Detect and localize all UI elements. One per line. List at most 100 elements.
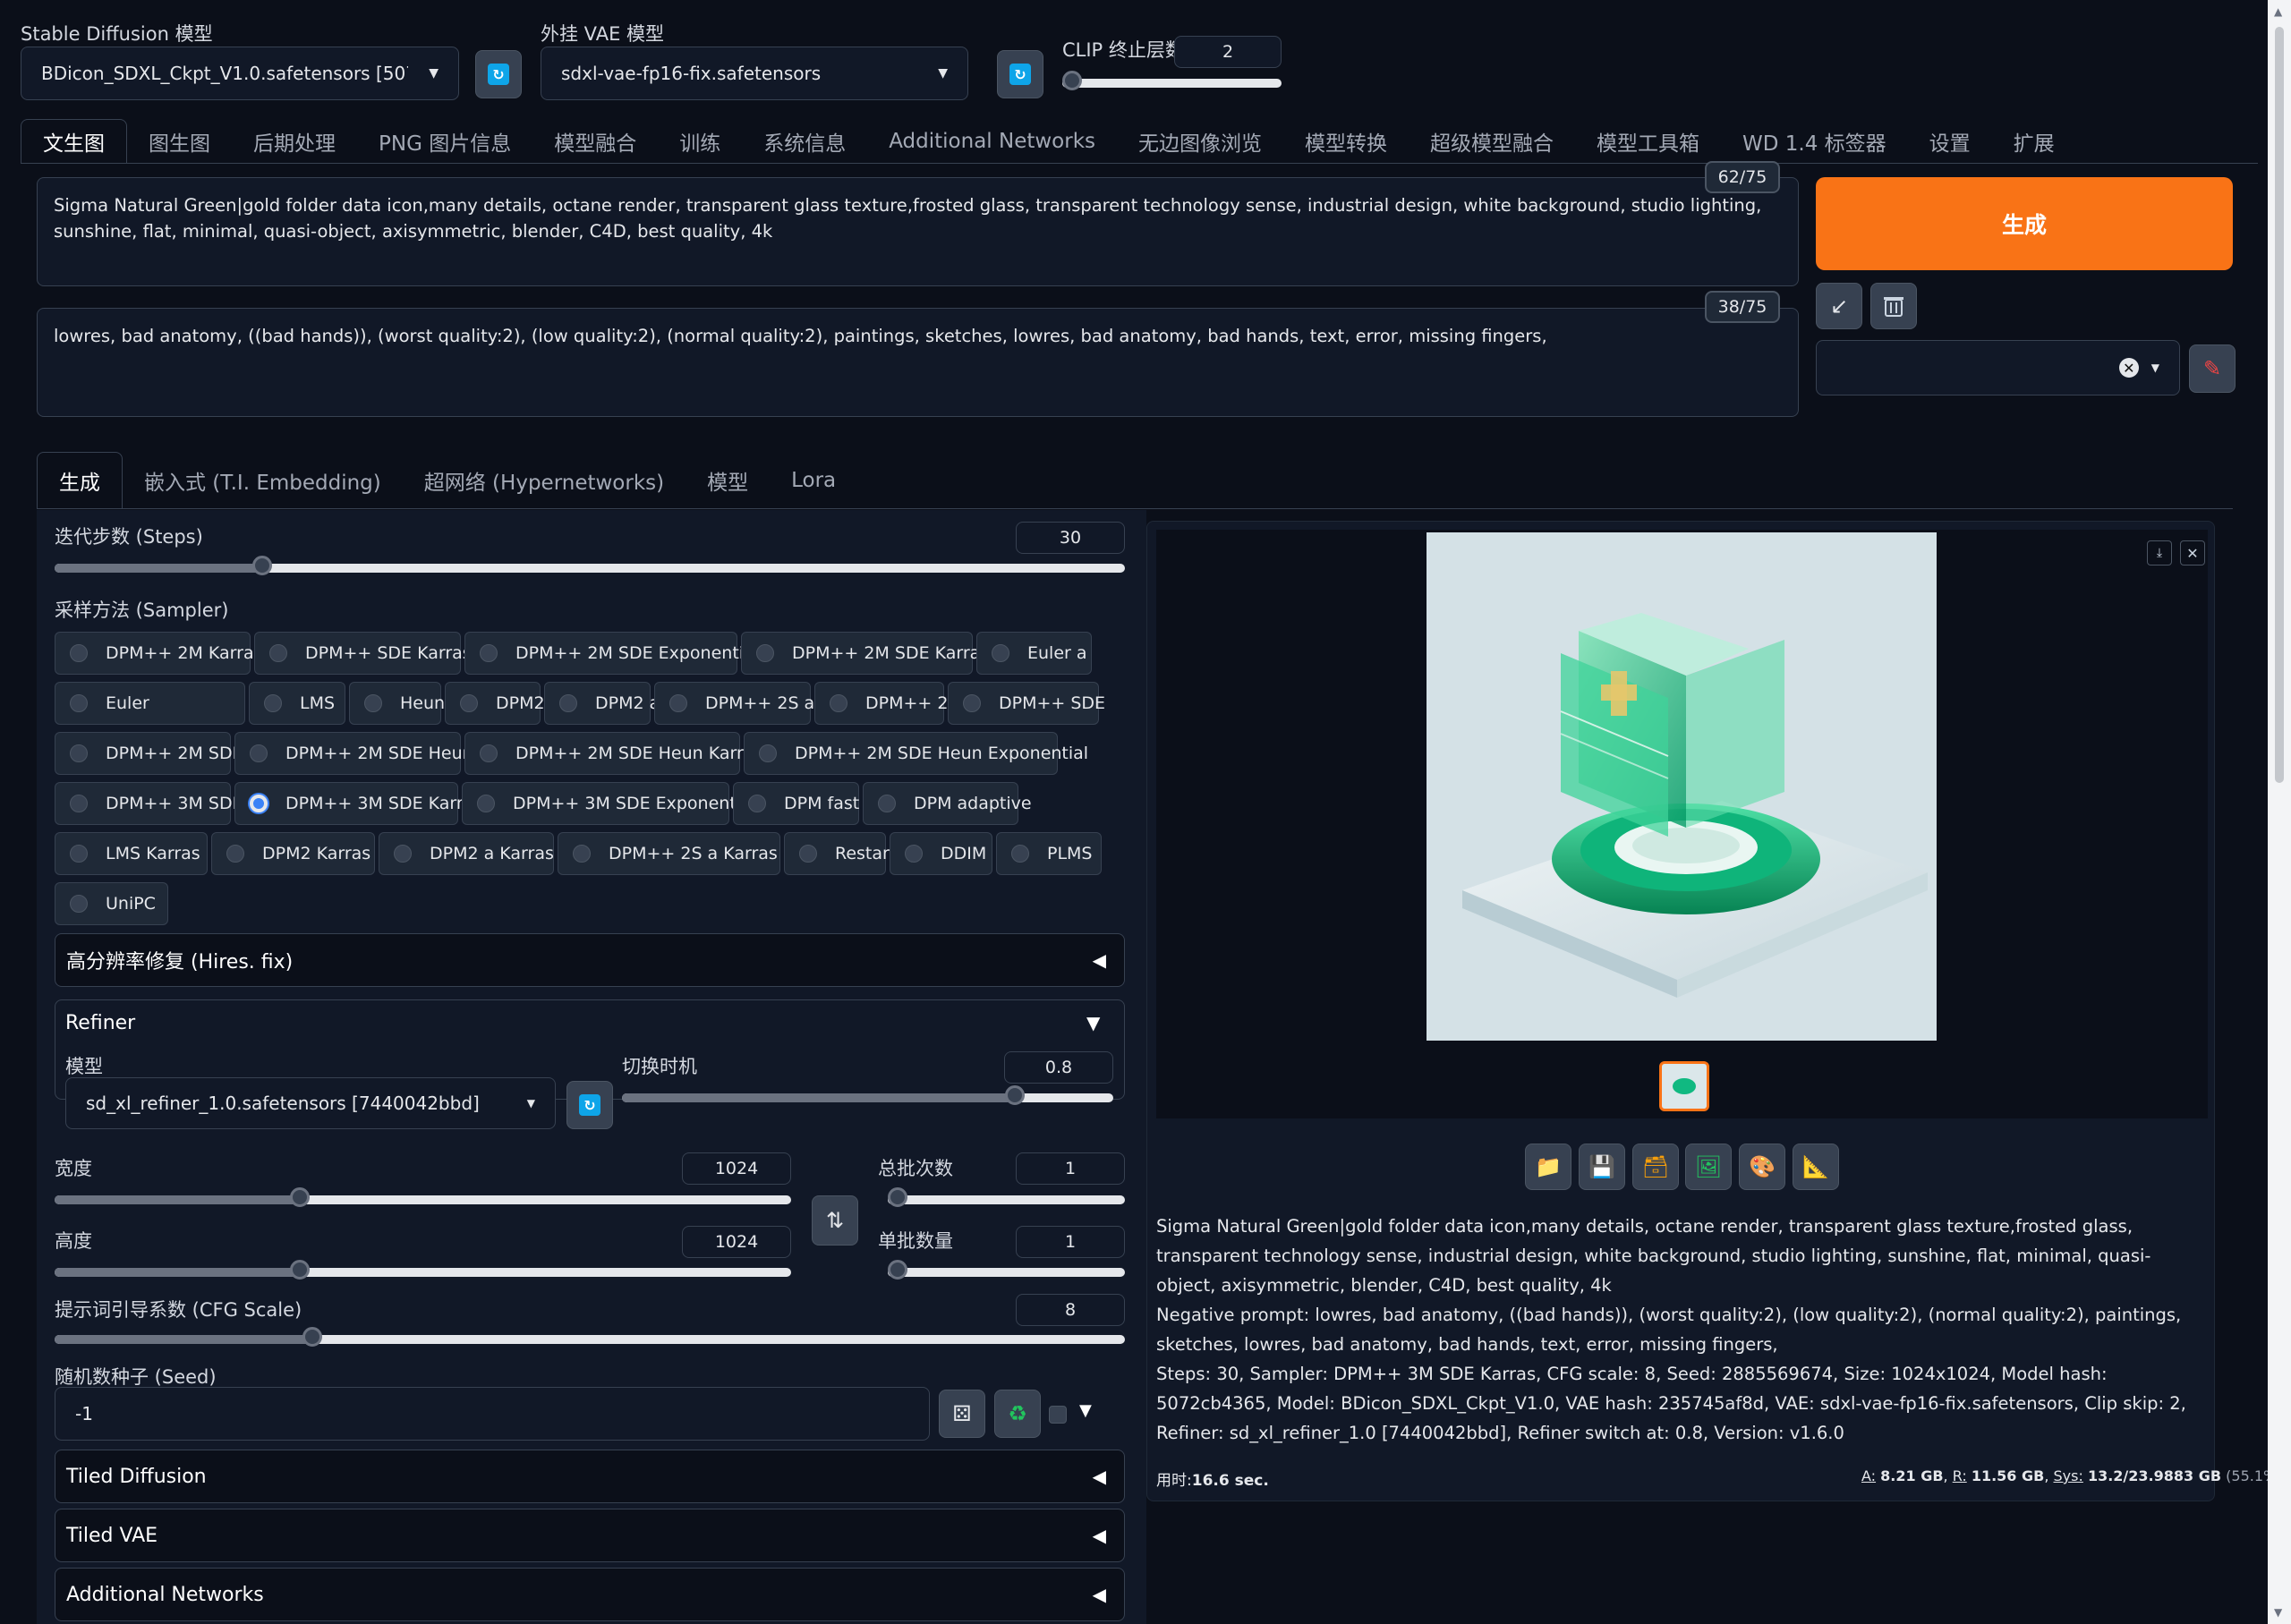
- sampler-option[interactable]: PLMS: [996, 832, 1102, 875]
- expand-triangle-icon[interactable]: ▼: [1086, 1012, 1100, 1033]
- sampler-option[interactable]: DPM++ 3M SDE Exponential: [462, 782, 756, 825]
- sampler-option[interactable]: Euler a: [976, 632, 1092, 675]
- tiled-diffusion-accordion[interactable]: Tiled Diffusion ◀: [55, 1450, 1125, 1503]
- scrollbar-thumb[interactable]: [2275, 27, 2284, 783]
- clear-prompt-button[interactable]: [1870, 283, 1917, 329]
- refresh-vae-button[interactable]: ↻: [997, 50, 1043, 98]
- radio-button[interactable]: [70, 845, 88, 863]
- extra-seed-triangle-icon[interactable]: ▼: [1079, 1401, 1092, 1420]
- steps-slider[interactable]: [55, 556, 1125, 575]
- seed-input[interactable]: -1: [55, 1387, 930, 1441]
- radio-button[interactable]: [70, 744, 88, 762]
- radio-button[interactable]: [1011, 845, 1029, 863]
- width-input[interactable]: 1024: [682, 1152, 791, 1185]
- batch-size-input[interactable]: 1: [1016, 1226, 1125, 1258]
- radio-button[interactable]: [905, 845, 923, 863]
- sampler-option[interactable]: DPM++ SDE Karras: [254, 632, 472, 675]
- swap-dimensions-button[interactable]: ⇅: [812, 1195, 858, 1246]
- sampler-option[interactable]: DPM++ 3M SDE: [55, 782, 243, 825]
- send-to-inpaint-button[interactable]: 🎨: [1739, 1144, 1785, 1190]
- radio-button[interactable]: [748, 795, 766, 812]
- clip-skip-slider-knob[interactable]: [1062, 71, 1082, 90]
- negative-prompt-textarea[interactable]: lowres, bad anatomy, ((bad hands)), (wor…: [37, 308, 1799, 417]
- sampler-option[interactable]: DPM++ 2M Karras: [55, 632, 262, 675]
- sampler-option[interactable]: DPM++ 2S a: [654, 682, 814, 725]
- main-tab[interactable]: 设置: [1908, 120, 1992, 163]
- sampler-option[interactable]: DPM adaptive: [863, 782, 1032, 825]
- sampler-option[interactable]: DPM++ 2M SDE Karras: [741, 632, 989, 675]
- main-tab[interactable]: Additional Networks: [867, 120, 1117, 163]
- radio-button[interactable]: [799, 845, 817, 863]
- sampler-option[interactable]: DPM++ SDE: [948, 682, 1105, 725]
- generated-image[interactable]: [1427, 532, 1937, 1041]
- radio-button[interactable]: [669, 694, 687, 712]
- radio-button[interactable]: [573, 845, 591, 863]
- sampler-option[interactable]: DPM++ 2M SDE Exponential: [464, 632, 759, 675]
- width-slider[interactable]: [55, 1187, 791, 1207]
- refiner-model-select[interactable]: sd_xl_refiner_1.0.safetensors [7440042bb…: [65, 1077, 556, 1129]
- height-slider-knob[interactable]: [290, 1260, 311, 1280]
- model-select[interactable]: BDicon_SDXL_Ckpt_V1.0.safetensors [5072c…: [21, 47, 459, 100]
- vae-select[interactable]: sdxl-vae-fp16-fix.safetensors ▼: [541, 47, 968, 100]
- sampler-option[interactable]: DPM++ 2M SDE Heun Exponential: [744, 732, 1088, 775]
- extra-seed-checkbox[interactable]: [1049, 1406, 1067, 1424]
- scroll-up-icon[interactable]: ▲: [2274, 5, 2282, 18]
- refresh-refiner-button[interactable]: ↻: [566, 1081, 613, 1129]
- additional-networks-accordion[interactable]: Additional Networks ◀: [55, 1568, 1125, 1621]
- batch-count-slider-knob[interactable]: [888, 1187, 907, 1207]
- radio-button[interactable]: [477, 795, 495, 812]
- page-scrollbar[interactable]: ▲ ▼: [2268, 0, 2291, 1624]
- steps-input[interactable]: 30: [1016, 522, 1125, 554]
- sampler-option[interactable]: LMS Karras: [55, 832, 208, 875]
- radio-button[interactable]: [830, 694, 847, 712]
- clip-skip-input[interactable]: 2: [1174, 36, 1282, 68]
- sub-tab[interactable]: Lora: [770, 453, 857, 508]
- generate-button[interactable]: 生成: [1816, 177, 2233, 270]
- send-to-img2img-button[interactable]: 🖼: [1685, 1144, 1732, 1190]
- batch-count-slider[interactable]: [888, 1187, 1125, 1207]
- steps-slider-knob[interactable]: [252, 556, 273, 575]
- main-tab[interactable]: WD 1.4 标签器: [1721, 120, 1908, 163]
- refiner-switch-slider[interactable]: [622, 1085, 1113, 1105]
- sampler-option[interactable]: Euler: [55, 682, 245, 725]
- radio-button[interactable]: [364, 694, 382, 712]
- radio-button[interactable]: [759, 744, 777, 762]
- main-tab[interactable]: PNG 图片信息: [357, 120, 532, 163]
- sampler-option[interactable]: Restart: [784, 832, 896, 875]
- main-tab[interactable]: 超级模型融合: [1409, 120, 1575, 163]
- main-tab[interactable]: 后期处理: [232, 120, 357, 163]
- close-icon[interactable]: ✕: [2180, 540, 2205, 565]
- main-tab[interactable]: 文生图: [21, 119, 127, 163]
- refiner-switch-input[interactable]: 0.8: [1004, 1051, 1113, 1084]
- positive-prompt-textarea[interactable]: Sigma Natural Green|gold folder data ico…: [37, 177, 1799, 286]
- tiled-vae-accordion[interactable]: Tiled VAE ◀: [55, 1509, 1125, 1562]
- main-tab[interactable]: 模型转换: [1283, 120, 1409, 163]
- cfg-slider[interactable]: [55, 1327, 1125, 1347]
- sampler-option[interactable]: Heun: [349, 682, 445, 725]
- save-button[interactable]: 💾: [1579, 1144, 1625, 1190]
- styles-select[interactable]: ✕ ▼: [1816, 340, 2180, 395]
- main-tab[interactable]: 训练: [658, 120, 742, 163]
- sampler-option[interactable]: LMS: [249, 682, 345, 725]
- main-tab[interactable]: 扩展: [1992, 120, 2076, 163]
- scroll-down-icon[interactable]: ▼: [2274, 1606, 2282, 1619]
- batch-size-slider-knob[interactable]: [888, 1260, 907, 1280]
- sampler-option[interactable]: UniPC: [55, 882, 168, 925]
- radio-button[interactable]: [226, 845, 244, 863]
- main-tab[interactable]: 模型融合: [532, 120, 658, 163]
- sub-tab[interactable]: 生成: [37, 452, 123, 508]
- main-tab[interactable]: 图生图: [127, 120, 232, 163]
- sampler-option[interactable]: DPM++ 3M SDE Karras: [234, 782, 482, 825]
- clear-icon[interactable]: ✕: [2118, 358, 2139, 378]
- edit-styles-button[interactable]: ✎: [2189, 344, 2236, 393]
- radio-button[interactable]: [264, 694, 282, 712]
- gallery-thumbnail[interactable]: [1659, 1061, 1709, 1111]
- radio-button[interactable]: [269, 644, 287, 662]
- hires-fix-accordion[interactable]: 高分辨率修复 (Hires. fix) ◀: [55, 933, 1125, 987]
- radio-button[interactable]: [992, 644, 1009, 662]
- width-slider-knob[interactable]: [290, 1187, 311, 1207]
- sampler-option[interactable]: DPM++ 2M: [814, 682, 963, 725]
- sampler-option[interactable]: DPM2 a Karras: [379, 832, 554, 875]
- zip-button[interactable]: 🗃: [1632, 1144, 1679, 1190]
- send-to-extras-button[interactable]: 📐: [1793, 1144, 1839, 1190]
